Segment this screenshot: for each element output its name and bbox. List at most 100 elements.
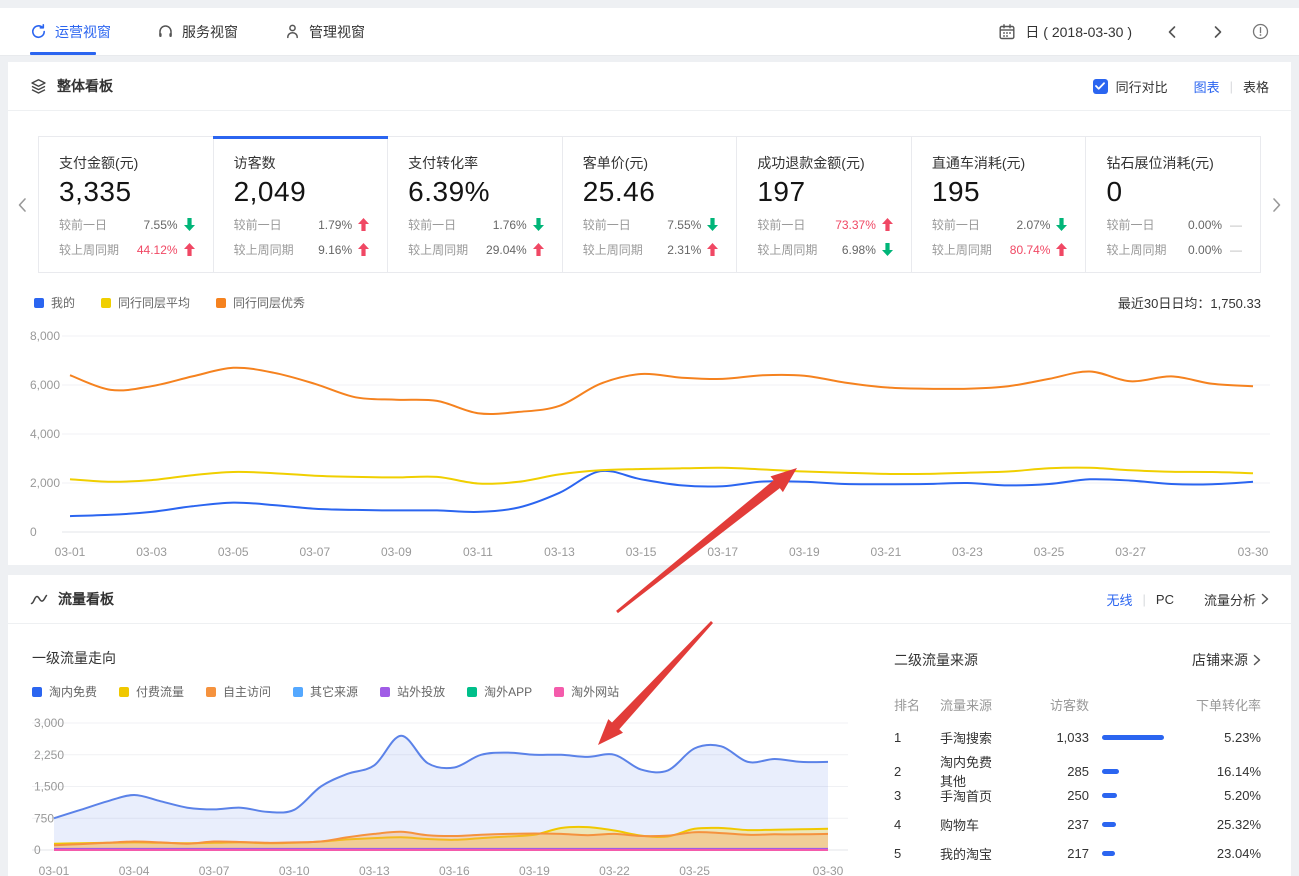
compare-value: 1.76%	[493, 218, 527, 232]
legend-item[interactable]: 自主访问	[206, 683, 271, 700]
kpi-value: 195	[932, 176, 1068, 208]
arrow-up-icon	[358, 243, 369, 256]
trend-line-chart[interactable]: 02,0004,0006,0008,00003-0103-0303-0503-0…	[18, 320, 1277, 570]
kpi-compare-row: 较前一日73.37%	[757, 216, 893, 233]
arrow-down-icon	[533, 218, 544, 231]
wireless-toggle[interactable]: 无线	[1107, 590, 1133, 609]
traffic-source-row[interactable]: 4购物车23725.32%	[894, 810, 1261, 839]
svg-text:03-01: 03-01	[55, 545, 86, 559]
svg-text:03-15: 03-15	[626, 545, 657, 559]
trend-chart-legend: 我的 同行同层平均 同行同层优秀	[34, 294, 305, 311]
tab-operations-view[interactable]: 运营视窗	[30, 8, 111, 55]
kpi-title: 直通车消耗(元)	[932, 153, 1068, 173]
carousel-prev-icon[interactable]	[17, 197, 27, 213]
rate-cell: 16.14%	[1169, 764, 1261, 779]
traffic-analysis-link[interactable]: 流量分析	[1204, 590, 1269, 609]
tab-service-view[interactable]: 服务视窗	[157, 8, 238, 55]
kpi-card[interactable]: 支付转化率6.39%较前一日1.76%较上周同期29.04%	[388, 137, 563, 272]
svg-text:03-03: 03-03	[136, 545, 167, 559]
col-source: 流量来源	[940, 695, 993, 714]
traffic-panel-header: 流量看板 无线 | PC 流量分析	[8, 575, 1291, 624]
checkbox-checked-icon	[1093, 79, 1108, 94]
svg-text:03-07: 03-07	[299, 545, 330, 559]
rate-cell: 5.23%	[1169, 730, 1261, 745]
traffic-panel: 流量看板 无线 | PC 流量分析 一级流量走向 淘内免费付费流量自主访问其它来…	[8, 575, 1291, 876]
pc-toggle[interactable]: PC	[1156, 592, 1174, 607]
peer-compare-label: 同行对比	[1116, 77, 1168, 96]
traffic-source-block: 二级流量来源 店铺来源 排名 流量来源 访客数 下单转化率 1手淘搜索1,033…	[880, 624, 1291, 876]
legend-label: 淘内免费	[49, 683, 97, 700]
svg-text:03-16: 03-16	[439, 864, 470, 876]
prev-date-button[interactable]	[1166, 25, 1178, 39]
legend-label: 付费流量	[136, 683, 184, 700]
legend-item[interactable]: 淘内免费	[32, 683, 97, 700]
kpi-card[interactable]: 支付金额(元)3,335较前一日7.55%较上周同期44.12%	[39, 137, 214, 272]
svg-text:2,000: 2,000	[30, 476, 60, 490]
legend-item[interactable]: 站外投放	[380, 683, 445, 700]
date-selector[interactable]: 日 ( 2018-03-30 )	[1025, 22, 1132, 42]
svg-text:03-11: 03-11	[463, 545, 493, 559]
traffic-source-row[interactable]: 1手淘搜索1,0335.23%	[894, 723, 1261, 752]
chevron-right-icon	[1253, 654, 1261, 666]
svg-text:03-22: 03-22	[599, 864, 630, 876]
kpi-compare-row: 较上周同期9.16%	[234, 241, 370, 258]
compare-value: 80.74%	[1010, 243, 1051, 257]
source-cell: 淘内免费其他	[940, 752, 993, 790]
rank-cell: 2	[894, 764, 940, 779]
svg-text:4,000: 4,000	[30, 427, 60, 441]
traffic-source-row[interactable]: 3手淘首页2505.20%	[894, 781, 1261, 810]
compare-label: 较上周同期	[59, 241, 119, 258]
kpi-value: 6.39%	[408, 176, 544, 208]
kpi-compare-row: 较前一日1.79%	[234, 216, 370, 233]
legend-item[interactable]: 同行同层平均	[101, 294, 190, 311]
visitors-cell: 237	[993, 817, 1089, 832]
legend-item[interactable]: 其它来源	[293, 683, 358, 700]
compare-value: 44.12%	[137, 243, 178, 257]
kpi-card[interactable]: 直通车消耗(元)195较前一日2.07%较上周同期80.74%	[912, 137, 1087, 272]
kpi-cards-row: 支付金额(元)3,335较前一日7.55%较上周同期44.12%访客数2,049…	[38, 136, 1261, 273]
arrow-down-icon	[184, 218, 195, 231]
tab-label: 服务视窗	[182, 22, 238, 42]
traffic-area-chart[interactable]: 07501,5002,2503,00003-0103-0403-0703-100…	[32, 709, 867, 876]
person-icon	[284, 23, 301, 40]
arrow-down-icon	[707, 218, 718, 231]
legend-item[interactable]: 付费流量	[119, 683, 184, 700]
compare-value: 6.98%	[842, 243, 876, 257]
kpi-value: 25.46	[583, 176, 719, 208]
info-icon[interactable]	[1252, 23, 1269, 40]
chevron-right-icon	[1261, 593, 1269, 605]
kpi-compare-row: 较前一日7.55%	[59, 216, 195, 233]
compare-label: 较上周同期	[1106, 241, 1166, 258]
kpi-card[interactable]: 成功退款金额(元)197较前一日73.37%较上周同期6.98%	[737, 137, 912, 272]
legend-item[interactable]: 我的	[34, 294, 75, 311]
toggle-separator: |	[1230, 79, 1233, 94]
traffic-source-row[interactable]: 5我的淘宝21723.04%	[894, 839, 1261, 868]
compare-label: 较前一日	[932, 216, 980, 233]
carousel-next-icon[interactable]	[1272, 197, 1282, 213]
legend-item[interactable]: 淘外APP	[467, 683, 532, 700]
legend-swatch	[216, 298, 226, 308]
view-tabs: 运营视窗 服务视窗 管理视窗	[30, 8, 365, 55]
overview-panel-header: 整体看板 同行对比 图表 | 表格	[8, 62, 1291, 111]
compare-value: 73.37%	[835, 218, 876, 232]
compare-value: 0.00%	[1188, 243, 1222, 257]
legend-swatch	[467, 687, 477, 697]
kpi-card[interactable]: 客单价(元)25.46较前一日7.55%较上周同期2.31%	[563, 137, 738, 272]
arrow-up-icon	[1056, 243, 1067, 256]
traffic-source-row[interactable]: 2淘内免费其他28516.14%	[894, 752, 1261, 781]
peer-compare-checkbox[interactable]: 同行对比	[1093, 77, 1168, 96]
tab-management-view[interactable]: 管理视窗	[284, 8, 365, 55]
kpi-card[interactable]: 钻石展位消耗(元)0较前一日0.00%—较上周同期0.00%—	[1086, 137, 1260, 272]
compare-label: 较前一日	[59, 216, 107, 233]
svg-text:03-10: 03-10	[279, 864, 310, 876]
view-chart-toggle[interactable]: 图表	[1194, 77, 1220, 96]
next-date-button[interactable]	[1212, 25, 1224, 39]
kpi-card[interactable]: 访客数2,049较前一日1.79%较上周同期9.16%	[214, 137, 389, 272]
legend-item[interactable]: 同行同层优秀	[216, 294, 305, 311]
source-table-header: 排名 流量来源 访客数 下单转化率	[894, 695, 1261, 714]
shop-source-link[interactable]: 店铺来源	[1192, 650, 1261, 670]
rank-cell: 5	[894, 846, 940, 861]
view-table-toggle[interactable]: 表格	[1243, 77, 1269, 96]
line-chart-icon	[30, 591, 48, 607]
legend-item[interactable]: 淘外网站	[554, 683, 619, 700]
